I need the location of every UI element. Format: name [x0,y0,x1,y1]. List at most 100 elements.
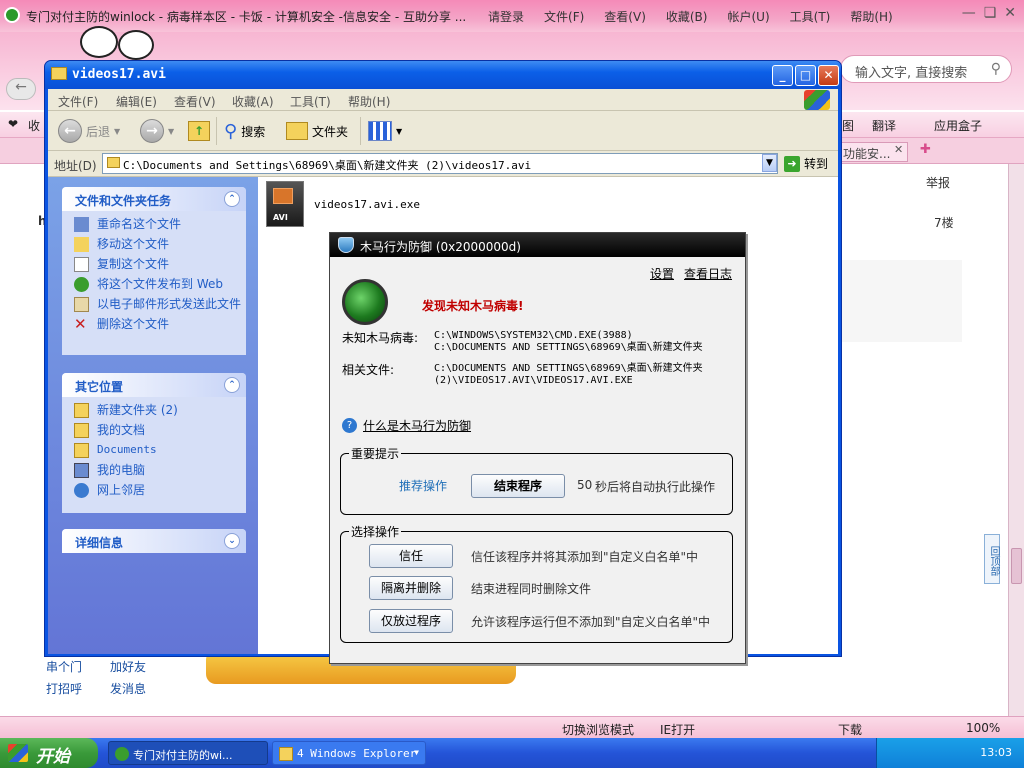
task-pane: 文件和文件夹任务 ⌃ 重命名这个文件 移动这个文件 复制这个文件 将这个文件发布… [48,177,258,654]
switch-mode-button[interactable]: 切换浏览模式 [562,721,634,738]
menu-favorites[interactable]: 收藏(A) [232,93,274,110]
menu-help[interactable]: 帮助(H) [850,8,892,25]
file-tasks-header[interactable]: 文件和文件夹任务 ⌃ [62,187,246,211]
taskbar-explorer-button[interactable]: 4 Windows Explorer ▼ [272,741,426,765]
details-header[interactable]: 详细信息 ⌄ [62,529,246,553]
folders-icon [286,122,308,140]
view-log-link[interactable]: 查看日志 [684,265,732,282]
message-link[interactable]: 发消息 [110,680,146,697]
place-my-computer[interactable]: 我的电脑 [62,463,246,478]
login-link[interactable]: 请登录 [488,8,524,25]
place-documents[interactable]: Documents [62,443,246,458]
download-button[interactable]: 下载 [838,721,862,738]
visit-link[interactable]: 串个门 [46,658,82,675]
task-rename[interactable]: 重命名这个文件 [62,217,246,232]
browser-logo-icon [4,7,20,23]
task-move[interactable]: 移动这个文件 [62,237,246,252]
greet-link[interactable]: 打招呼 [46,680,82,697]
new-tab-icon[interactable]: ✚ [920,142,931,157]
menu-view[interactable]: 查看(V) [604,8,646,25]
up-folder-button[interactable]: ↑ [188,119,210,143]
fav-item-app-box[interactable]: 应用盒子 [934,117,982,134]
menu-tools[interactable]: 工具(T) [790,8,831,25]
browser-menu-bar: 请登录 文件(F) 查看(V) 收藏(B) 帐户(U) 工具(T) 帮助(H) [488,8,893,25]
end-program-button[interactable]: 结束程序 [471,474,565,498]
favorites-heart-icon[interactable]: ❤ [8,117,18,131]
explorer-menu-bar: 文件(F) 编辑(E) 查看(V) 收藏(A) 工具(T) 帮助(H) [48,89,838,111]
collapse-icon[interactable]: ⌃ [224,377,240,393]
allow-once-button[interactable]: 仅放过程序 [369,609,453,633]
fav-item-image[interactable]: 图 [842,117,854,134]
copy-icon [74,257,89,272]
folder-icon [74,403,89,418]
clock[interactable]: 13:03 [980,746,1012,759]
place-my-documents[interactable]: 我的文档 [62,423,246,438]
tab-close-icon[interactable]: ✕ [894,143,903,156]
report-link[interactable]: 举报 [926,174,950,191]
folder-icon [74,443,89,458]
fav-item-translate[interactable]: 翻译 [872,117,896,134]
address-dropdown-icon[interactable]: ▼ [762,154,777,172]
folders-button[interactable]: 文件夹 [286,119,348,143]
menu-file[interactable]: 文件(F) [58,93,98,110]
menu-file[interactable]: 文件(F) [544,8,584,25]
place-new-folder[interactable]: 新建文件夹 (2) [62,403,246,418]
back-arrow-icon: ← [58,119,82,143]
scrollbar-thumb[interactable] [1011,548,1022,584]
start-button[interactable]: 开始 [0,738,98,768]
help-link[interactable]: ? 什么是木马行为防御 [342,417,471,434]
explorer-minimize-button[interactable]: _ [772,65,793,86]
add-friend-link[interactable]: 加好友 [110,658,146,675]
taskbar-browser-button[interactable]: 专门对付主防的wi... [108,741,268,765]
expand-icon[interactable]: ⌄ [224,533,240,549]
address-input[interactable]: C:\Documents and Settings\68969\桌面\新建文件夹… [102,153,778,174]
other-places-header[interactable]: 其它位置 ⌃ [62,373,246,397]
favorites-label[interactable]: 收 [28,117,40,134]
forward-arrow-icon: → [140,119,164,143]
email-icon [74,297,89,312]
task-copy[interactable]: 复制这个文件 [62,257,246,272]
my-computer-icon [74,463,89,478]
explorer-maximize-button[interactable]: □ [795,65,816,86]
collapse-icon[interactable]: ⌃ [224,191,240,207]
search-icon[interactable]: ⚲ [991,61,1001,77]
restore-icon[interactable]: ❏ [984,5,997,21]
search-icon: ⚲ [224,120,238,142]
menu-help[interactable]: 帮助(H) [348,93,390,110]
explorer-close-button[interactable]: ✕ [818,65,839,86]
close-icon[interactable]: ✕ [1004,5,1016,21]
task-delete[interactable]: ✕ 删除这个文件 [62,317,246,332]
views-button[interactable]: ▼ [368,119,402,143]
browser-back-icon[interactable]: ← [6,78,36,100]
browser-scrollbar[interactable] [1008,164,1024,720]
menu-favorites[interactable]: 收藏(B) [666,8,708,25]
forward-button[interactable]: → ▼ [140,119,174,143]
quarantine-delete-button[interactable]: 隔离并删除 [369,576,453,600]
task-email[interactable]: 以电子邮件形式发送此文件 [62,297,246,312]
go-button[interactable]: ➜ 转到 [784,155,828,172]
video-exe-file-icon: AVI [266,181,304,227]
zoom-level[interactable]: 100% [966,721,1000,735]
back-button[interactable]: ← 后退 ▼ [58,119,120,143]
menu-edit[interactable]: 编辑(E) [116,93,157,110]
trust-button[interactable]: 信任 [369,544,453,568]
menu-view[interactable]: 查看(V) [174,93,216,110]
settings-link[interactable]: 设置 [650,265,674,282]
allow-once-description: 允许该程序运行但不添加到"自定义白名单"中 [471,615,711,629]
dialog-title-bar[interactable]: 木马行为防御 (0x2000000d) [330,233,745,257]
explorer-title-bar[interactable]: videos17.avi _ □ ✕ [45,61,841,89]
address-label: 地址(D) [54,159,97,173]
place-network[interactable]: 网上邻居 [62,483,246,498]
browser-search-input[interactable]: 输入文字, 直接搜索 ⚲ [840,55,1012,83]
recommend-label: 推荐操作 [399,479,448,493]
menu-tools[interactable]: 工具(T) [290,93,331,110]
go-arrow-icon: ➜ [784,155,800,172]
minimize-icon[interactable]: — [962,5,976,21]
file-item[interactable]: AVI videos17.avi.exe [266,181,420,227]
task-publish-web[interactable]: 将这个文件发布到 Web [62,277,246,292]
search-button[interactable]: ⚲ 搜索 [224,119,265,143]
related-files-path: C:\DOCUMENTS AND SETTINGS\68969\桌面\新建文件夹… [434,363,703,386]
menu-account[interactable]: 帐户(U) [727,8,769,25]
back-to-top-button[interactable]: 回顶部 [984,534,1000,584]
ie-open-button[interactable]: IE打开 [660,721,695,738]
